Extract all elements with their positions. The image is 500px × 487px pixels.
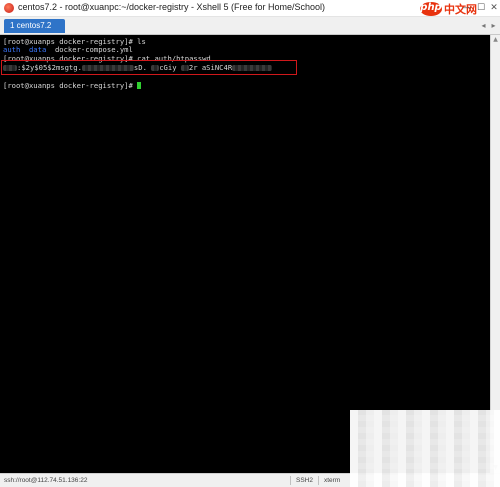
window-title: centos7.2 - root@xuanpc:~/docker-registr… <box>18 2 326 12</box>
scroll-up-arrow[interactable]: ▲ <box>491 35 500 44</box>
status-divider <box>318 476 319 485</box>
php-logo-badge: php <box>420 2 442 16</box>
minimize-button[interactable]: — <box>462 2 472 14</box>
title-bar: centos7.2 - root@xuanpc:~/docker-registr… <box>0 0 500 17</box>
session-address: ssh://root@112.74.51.136:22 <box>4 477 88 484</box>
maximize-button[interactable]: ☐ <box>476 2 486 14</box>
terminal-cursor <box>137 82 142 89</box>
directory-entry: data <box>28 45 47 54</box>
php-logo-text: 中文网 <box>444 3 477 16</box>
shell-prompt: [root@xuanps docker-registry]# <box>3 81 138 90</box>
file-entry: docker-compose.yml <box>54 45 133 54</box>
mosaic-watermark <box>350 410 500 487</box>
highlight-annotation-box <box>1 60 297 75</box>
status-divider <box>290 476 291 485</box>
terminal-output[interactable]: [root@xuanps docker-registry]# ls auth d… <box>0 35 490 473</box>
command-text: ls <box>137 37 146 46</box>
terminal-type-indicator: xterm <box>324 477 341 484</box>
terminal-line: [root@xuanps docker-registry]# <box>3 81 142 90</box>
directory-entry: auth <box>3 45 21 54</box>
close-button[interactable]: ✕ <box>489 2 499 14</box>
terminal-line: auth data docker-compose.yml <box>3 45 133 54</box>
protocol-indicator: SSH2 <box>296 477 313 484</box>
tab-centos7-2[interactable]: 1 centos7.2 <box>4 19 66 33</box>
tab-scroll-left-button[interactable]: ◂ <box>479 20 488 32</box>
tab-scroll-right-button[interactable]: ▸ <box>489 20 498 32</box>
terminal-scrollbar[interactable]: ▲ ▼ <box>490 35 500 473</box>
xshell-app-icon <box>4 3 14 13</box>
session-tab-bar: 1 centos7.2 ◂ ▸ <box>0 17 500 35</box>
